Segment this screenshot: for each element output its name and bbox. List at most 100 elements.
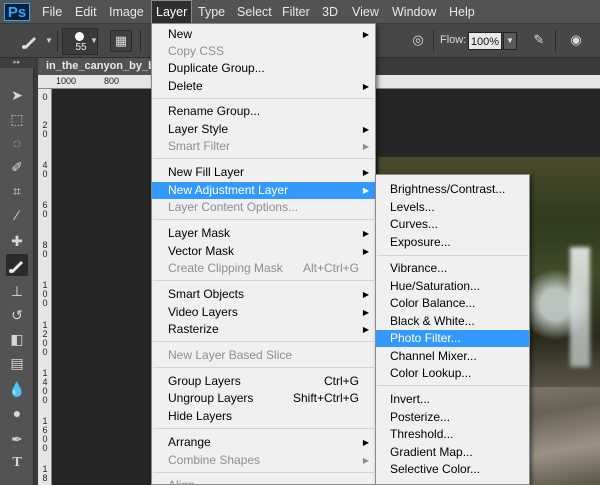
type-tool-icon[interactable]: T bbox=[6, 452, 28, 474]
menu-item-label: Align bbox=[168, 478, 195, 485]
menu-item-duplicate-group[interactable]: Duplicate Group... bbox=[152, 60, 375, 77]
menu-help[interactable]: Help bbox=[445, 0, 479, 24]
menu-item-hide-layers[interactable]: Hide Layers bbox=[152, 408, 375, 425]
menu-window[interactable]: Window bbox=[388, 0, 440, 24]
submenu-item-exposure[interactable]: Exposure... bbox=[376, 234, 529, 251]
submenu-item-photo-filter[interactable]: Photo Filter... bbox=[376, 330, 529, 347]
menu-item-label: Vector Mask bbox=[168, 244, 235, 258]
dodge-tool-icon[interactable]: ● bbox=[6, 402, 28, 424]
menu-edit[interactable]: Edit bbox=[71, 0, 101, 24]
brush-preset-dropdown-icon[interactable]: ▼ bbox=[89, 34, 99, 48]
submenu-item-color-balance[interactable]: Color Balance... bbox=[376, 295, 529, 312]
menu-item-label: New Fill Layer bbox=[168, 165, 245, 179]
submenu-item-channel-mixer[interactable]: Channel Mixer... bbox=[376, 348, 529, 365]
submenu-item-invert[interactable]: Invert... bbox=[376, 391, 529, 408]
menu-separator bbox=[377, 385, 528, 386]
menu-item-rasterize[interactable]: Rasterize ▶ bbox=[152, 321, 375, 338]
menu-separator bbox=[153, 98, 374, 99]
submenu-arrow-icon: ▶ bbox=[362, 142, 369, 151]
brush-panel-toggle-icon[interactable]: ▦ bbox=[110, 30, 132, 52]
submenu-item-black-white[interactable]: Black & White... bbox=[376, 313, 529, 330]
flow-dropdown-icon[interactable]: ▼ bbox=[503, 32, 517, 50]
panel-collapse-icon[interactable]: ▸▸ bbox=[0, 58, 34, 68]
move-tool-icon[interactable]: ➤ bbox=[6, 84, 28, 106]
menu-item-layer-mask[interactable]: Layer Mask ▶ bbox=[152, 225, 375, 242]
submenu-item-threshold[interactable]: Threshold... bbox=[376, 426, 529, 443]
flow-input[interactable]: 100% bbox=[468, 32, 502, 50]
menu-item-label: New Adjustment Layer bbox=[168, 183, 289, 197]
menu-item-new-adjustment-layer[interactable]: New Adjustment Layer ▶ bbox=[152, 182, 375, 199]
menu-item-new-fill-layer[interactable]: New Fill Layer ▶ bbox=[152, 164, 375, 181]
marquee-tool-icon[interactable]: ⬚ bbox=[6, 108, 28, 130]
menu-type[interactable]: Type bbox=[194, 0, 229, 24]
submenu-item-selective-color[interactable]: Selective Color... bbox=[376, 461, 529, 478]
brush-tool-icon[interactable] bbox=[6, 254, 28, 276]
submenu-arrow-icon: ▶ bbox=[362, 125, 369, 134]
menu-item-group-layers[interactable]: Group Layers Ctrl+G bbox=[152, 373, 375, 390]
eraser-tool-icon[interactable]: ◧ bbox=[6, 328, 28, 350]
submenu-item-curves[interactable]: Curves... bbox=[376, 216, 529, 233]
menu-item-video-layers[interactable]: Video Layers ▶ bbox=[152, 304, 375, 321]
menu-item-delete[interactable]: Delete ▶ bbox=[152, 78, 375, 95]
menu-item-ungroup-layers[interactable]: Ungroup Layers Shift+Ctrl+G bbox=[152, 390, 375, 407]
submenu-item-levels[interactable]: Levels... bbox=[376, 199, 529, 216]
ruler-label: 0 bbox=[42, 347, 48, 357]
submenu-item-vibrance[interactable]: Vibrance... bbox=[376, 260, 529, 277]
menu-separator bbox=[153, 367, 374, 368]
submenu-item-hue-saturation[interactable]: Hue/Saturation... bbox=[376, 278, 529, 295]
menu-item-arrange[interactable]: Arrange ▶ bbox=[152, 434, 375, 451]
submenu-arrow-icon: ▶ bbox=[362, 456, 369, 465]
menu-file[interactable]: File bbox=[38, 0, 66, 24]
lasso-tool-icon[interactable]: ◌ bbox=[6, 132, 28, 154]
menu-item-create-clipping-mask: Create Clipping Mask Alt+Ctrl+G bbox=[152, 260, 375, 277]
menu-item-label: Copy CSS bbox=[168, 44, 225, 58]
airbrush-pressure-icon[interactable]: ◎ bbox=[407, 30, 429, 52]
menu-separator bbox=[153, 219, 374, 220]
brush-tool-icon[interactable] bbox=[20, 31, 40, 51]
submenu-item-brightness-contrast[interactable]: Brightness/Contrast... bbox=[376, 181, 529, 198]
menu-item-label: Create Clipping Mask bbox=[168, 261, 283, 275]
quick-selection-tool-icon[interactable]: ✐ bbox=[6, 156, 28, 178]
submenu-item-posterize[interactable]: Posterize... bbox=[376, 409, 529, 426]
pressure-size-icon[interactable]: ◉ bbox=[565, 30, 587, 52]
menu-view[interactable]: View bbox=[348, 0, 383, 24]
blur-tool-icon[interactable]: 💧 bbox=[6, 378, 28, 400]
menu-image[interactable]: Image bbox=[105, 0, 148, 24]
menu-3d[interactable]: 3D bbox=[318, 0, 342, 24]
menu-item-rename-group[interactable]: Rename Group... bbox=[152, 103, 375, 120]
gradient-tool-icon[interactable]: ▤ bbox=[6, 352, 28, 374]
menu-item-label: Layer Content Options... bbox=[168, 200, 299, 214]
submenu-arrow-icon: ▶ bbox=[362, 290, 369, 299]
eyedropper-tool-icon[interactable]: ⁄ bbox=[6, 204, 28, 226]
options-separator bbox=[140, 30, 141, 52]
menu-item-combine-shapes: Combine Shapes ▶ bbox=[152, 452, 375, 469]
menu-item-vector-mask[interactable]: Vector Mask ▶ bbox=[152, 243, 375, 260]
tool-preset-dropdown-icon[interactable]: ▼ bbox=[44, 34, 54, 48]
healing-brush-tool-icon[interactable]: ✚ bbox=[6, 230, 28, 252]
submenu-item-gradient-map[interactable]: Gradient Map... bbox=[376, 444, 529, 461]
submenu-arrow-icon: ▶ bbox=[362, 168, 369, 177]
menu-item-layer-style[interactable]: Layer Style ▶ bbox=[152, 121, 375, 138]
ruler-label: 0 bbox=[42, 169, 48, 179]
submenu-arrow-icon: ▶ bbox=[362, 229, 369, 238]
menu-item-label: Layer Style bbox=[168, 122, 229, 136]
options-separator bbox=[57, 30, 58, 52]
ruler-label: 0 bbox=[42, 395, 48, 405]
menu-item-new[interactable]: New ▶ bbox=[152, 26, 375, 43]
submenu-item-color-lookup[interactable]: Color Lookup... bbox=[376, 365, 529, 382]
menu-item-smart-objects[interactable]: Smart Objects ▶ bbox=[152, 286, 375, 303]
document-tab[interactable]: in_the_canyon_by_bu bbox=[38, 58, 156, 75]
menu-layer[interactable]: Layer bbox=[151, 0, 193, 25]
adjustment-layer-submenu: Brightness/Contrast... Levels... Curves.… bbox=[375, 174, 530, 485]
menu-item-label: Smart Filter bbox=[168, 139, 231, 153]
history-brush-tool-icon[interactable]: ↺ bbox=[6, 304, 28, 326]
menu-item-layer-content-options: Layer Content Options... bbox=[152, 199, 375, 216]
layer-dropdown-menu: New ▶ Copy CSS Duplicate Group... Delete ▶… bbox=[151, 23, 376, 485]
airbrush-icon[interactable]: ✎ bbox=[528, 30, 550, 52]
crop-tool-icon[interactable]: ⌗ bbox=[6, 180, 28, 202]
menu-select[interactable]: Select bbox=[233, 0, 276, 24]
menu-filter[interactable]: Filter bbox=[278, 0, 314, 24]
clone-stamp-tool-icon[interactable]: ⊥ bbox=[6, 280, 28, 302]
flow-label: Flow: bbox=[440, 34, 467, 46]
pen-tool-icon[interactable]: ✒ bbox=[6, 428, 28, 450]
